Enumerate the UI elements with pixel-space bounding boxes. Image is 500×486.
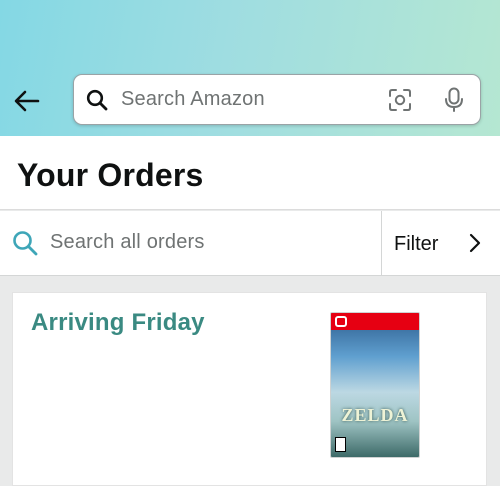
camera-scan-icon[interactable] bbox=[388, 88, 412, 112]
page-title: Your Orders bbox=[17, 157, 204, 193]
app-header: Search Amazon bbox=[0, 0, 500, 136]
switch-logo-icon bbox=[335, 316, 347, 327]
search-icon bbox=[13, 231, 38, 256]
nintendo-switch-banner bbox=[331, 313, 419, 330]
order-card[interactable]: Arriving Friday ZELDA bbox=[12, 292, 487, 486]
filter-button[interactable]: Filter bbox=[381, 211, 500, 275]
product-image[interactable]: ZELDA bbox=[330, 312, 420, 458]
delivery-status: Arriving Friday bbox=[31, 309, 205, 336]
chevron-right-icon bbox=[469, 233, 481, 253]
microphone-icon[interactable] bbox=[443, 87, 465, 113]
product-cover-title: ZELDA bbox=[341, 405, 409, 425]
back-button[interactable] bbox=[12, 86, 42, 116]
arrow-left-icon bbox=[14, 90, 40, 112]
title-section: Your Orders bbox=[0, 136, 500, 210]
search-icon bbox=[86, 89, 108, 111]
amazon-search-bar[interactable]: Search Amazon bbox=[73, 74, 481, 125]
filter-label: Filter bbox=[394, 233, 439, 255]
esrb-rating-icon bbox=[335, 437, 346, 452]
search-input[interactable]: Search Amazon bbox=[121, 88, 265, 111]
search-orders-input[interactable]: Search all orders bbox=[50, 231, 205, 254]
orders-search-row: Search all orders Filter bbox=[0, 211, 500, 276]
